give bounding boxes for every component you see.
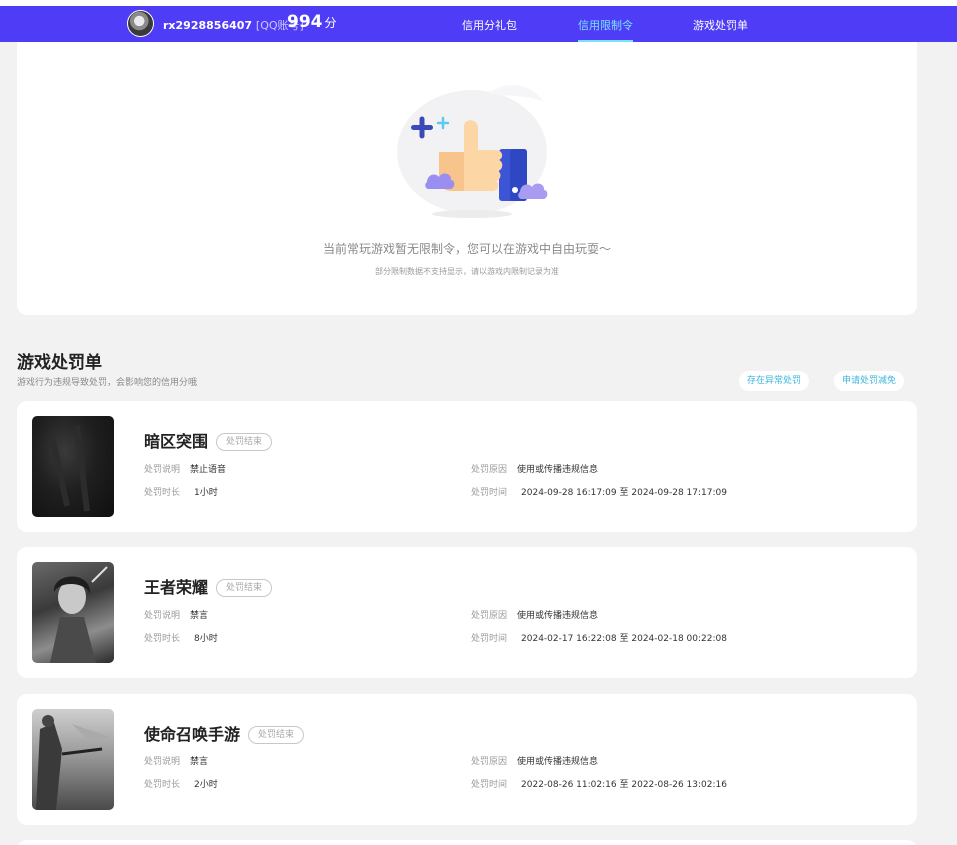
time-end: 2024-02-18 00:22:08: [631, 634, 727, 644]
penalty-time-row: 处罚时间 2024-02-17 16:22:08 至 2024-02-18 00:…: [471, 631, 727, 644]
penalty-section-title: 游戏处罚单: [17, 353, 102, 373]
penalty-duration-row: 处罚时长 2小时: [144, 777, 218, 790]
penalty-card[interactable]: 王者荣耀 处罚结束 处罚说明 禁言 处罚时长 8小时 处罚原因 使用或传播违规信息 处罚…: [17, 547, 917, 678]
desc-value: 禁止语音: [190, 465, 227, 475]
penalty-card[interactable]: 暗区突围 处罚结束 处罚说明 禁止语音 处罚时长 1小时 处罚原因 使用或传播违规信息 …: [17, 401, 917, 532]
game-name: 王者荣耀 处罚结束: [144, 574, 273, 598]
duration-label: 处罚时长: [144, 634, 181, 644]
tab-credit-gift[interactable]: 信用分礼包: [462, 17, 517, 33]
thumbs-up-illustration: [397, 85, 548, 218]
reason-label: 处罚原因: [471, 611, 508, 621]
penalty-desc-row: 处罚说明 禁言: [144, 608, 208, 621]
time-start: 2024-09-28 16:17:09: [521, 488, 617, 498]
top-navbar: rx2928856407 [QQ账号] 994 分 信用分礼包 信用限制令 游戏处…: [0, 6, 957, 42]
username-text: rx2928856407: [163, 19, 253, 32]
game-thumbnail: [32, 709, 114, 810]
time-to: 至: [619, 488, 629, 498]
tab-game-penalty[interactable]: 游戏处罚单: [693, 17, 748, 33]
desc-value: 禁言: [190, 757, 209, 767]
penalty-desc-row: 处罚说明 禁言: [144, 754, 208, 767]
time-label: 处罚时间: [471, 634, 508, 644]
time-label: 处罚时间: [471, 780, 508, 790]
penalty-card[interactable]: 使命召唤手游 处罚结束 处罚说明 禁言 处罚时长 2小时 处罚原因 使用或传播违规信息 …: [17, 694, 917, 825]
reason-value: 使用或传播违规信息: [517, 611, 599, 621]
status-badge: 处罚结束: [248, 726, 305, 744]
duration-label: 处罚时长: [144, 488, 181, 498]
penalty-reason-row: 处罚原因 使用或传播违规信息: [471, 462, 598, 475]
time-start: 2024-02-17 16:22:08: [521, 634, 617, 644]
penalty-duration-row: 处罚时长 8小时: [144, 631, 218, 644]
game-title: 王者荣耀: [144, 578, 209, 597]
time-end: 2022-08-26 13:02:16: [631, 780, 727, 790]
empty-restriction-message: 当前常玩游戏暂无限制令，您可以在游戏中自由玩耍～: [322, 242, 611, 256]
time-to: 至: [619, 780, 629, 790]
penalty-time-row: 处罚时间 2024-09-28 16:17:09 至 2024-09-28 17:…: [471, 485, 727, 498]
penalty-reduction-button[interactable]: 申请处罚减免: [834, 371, 905, 391]
game-thumbnail: [32, 416, 114, 517]
abnormal-penalty-button[interactable]: 存在异常处罚: [739, 371, 810, 391]
tab-credit-restriction[interactable]: 信用限制令: [578, 17, 633, 42]
score-value: 994: [287, 12, 323, 32]
penalty-card-partial: [17, 840, 917, 845]
restriction-card: 当前常玩游戏暂无限制令，您可以在游戏中自由玩耍～ 部分限制数据不支持显示，请以游…: [17, 42, 917, 315]
desc-label: 处罚说明: [144, 757, 181, 767]
penalty-desc-row: 处罚说明 禁止语音: [144, 462, 226, 475]
penalty-duration-row: 处罚时长 1小时: [144, 485, 218, 498]
reason-label: 处罚原因: [471, 465, 508, 475]
score-unit: 分: [324, 16, 337, 30]
game-name: 使命召唤手游 处罚结束: [144, 721, 305, 745]
game-title: 使命召唤手游: [144, 725, 241, 744]
time-start: 2022-08-26 11:02:16: [521, 780, 617, 790]
duration-value: 8小时: [194, 634, 218, 644]
reason-value: 使用或传播违规信息: [517, 757, 599, 767]
game-thumbnail: [32, 562, 114, 663]
restriction-note: 部分限制数据不支持显示，请以游戏内限制记录为准: [375, 267, 559, 276]
penalty-reason-row: 处罚原因 使用或传播违规信息: [471, 754, 598, 767]
user-name: rx2928856407 [QQ账号]: [163, 17, 304, 33]
game-title: 暗区突围: [144, 432, 209, 451]
penalty-time-row: 处罚时间 2022-08-26 11:02:16 至 2022-08-26 13:…: [471, 777, 727, 790]
time-label: 处罚时间: [471, 488, 508, 498]
status-badge: 处罚结束: [216, 579, 273, 597]
desc-value: 禁言: [190, 611, 209, 621]
reason-label: 处罚原因: [471, 757, 508, 767]
desc-label: 处罚说明: [144, 465, 181, 475]
time-end: 2024-09-28 17:17:09: [631, 488, 727, 498]
duration-value: 1小时: [194, 488, 218, 498]
time-to: 至: [619, 634, 629, 644]
penalty-section-subtitle: 游戏行为违规导致处罚，会影响您的信用分哦: [17, 378, 198, 388]
user-avatar[interactable]: [127, 10, 154, 37]
duration-value: 2小时: [194, 780, 218, 790]
duration-label: 处罚时长: [144, 780, 181, 790]
penalty-reason-row: 处罚原因 使用或传播违规信息: [471, 608, 598, 621]
game-name: 暗区突围 处罚结束: [144, 428, 273, 452]
reason-value: 使用或传播违规信息: [517, 465, 599, 475]
credit-score: 994 分: [287, 12, 337, 32]
status-badge: 处罚结束: [216, 433, 273, 451]
desc-label: 处罚说明: [144, 611, 181, 621]
